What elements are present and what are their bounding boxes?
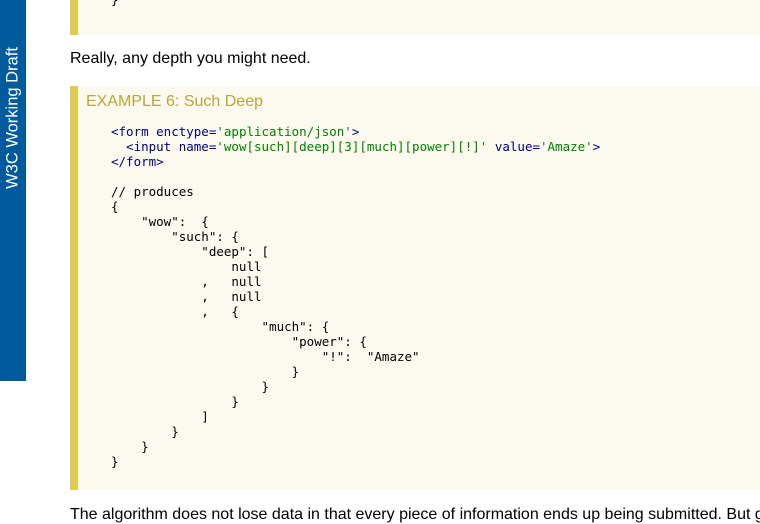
paragraph-depth: Really, any depth you might need. [70,50,311,67]
paragraph-algorithm: The algorithm does not lose data in that… [70,506,760,523]
example-code: <form enctype='application/json'> <input… [111,124,600,469]
json-output-block: // produces { "wow": { "such": { "deep":… [111,184,420,469]
status-label: W3C Working Draft [3,47,22,189]
example-title[interactable]: EXAMPLE 6: Such Deep [86,93,263,111]
html-code-block: <form enctype='application/json'> <input… [111,124,601,169]
example-6-box: EXAMPLE 6: Such Deep <form enctype='appl… [70,86,760,490]
previous-example-box: } [70,0,760,35]
previous-example-code: } [111,0,119,7]
w3c-working-draft-badge[interactable]: W3C Working Draft [0,0,26,381]
